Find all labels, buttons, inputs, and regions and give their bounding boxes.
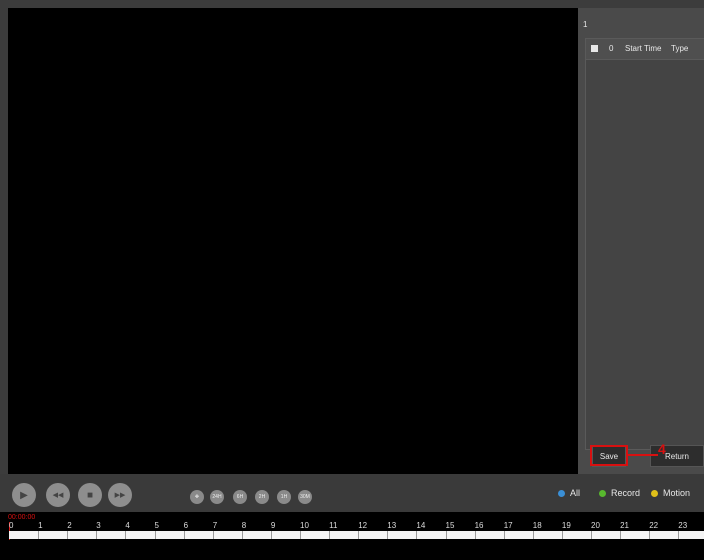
fast-forward-icon: ▶▶ xyxy=(114,492,126,499)
zoom-24h-button[interactable]: 24H xyxy=(210,490,224,504)
hour-separator xyxy=(38,531,40,539)
file-table: 0 Start Time Type xyxy=(585,38,704,450)
play-button[interactable]: ▶ xyxy=(12,483,36,507)
hour-tick: 2 xyxy=(67,521,72,530)
hour-tick: 10 xyxy=(300,521,309,530)
callout-line xyxy=(628,454,658,456)
slow-button[interactable]: ◀◀ xyxy=(46,483,70,507)
timeline[interactable]: 00:00:00 0 1 2 3 4 5 6 7 8 9 10 11 12 13 14 15 16 17 18 19 2… xyxy=(0,512,704,560)
video-display[interactable] xyxy=(8,8,578,474)
hour-tick: 11 xyxy=(329,521,338,530)
hour-separator xyxy=(532,531,534,539)
motion-dot-icon xyxy=(651,490,658,497)
timeline-bar[interactable] xyxy=(9,531,704,539)
hour-tick: 8 xyxy=(241,521,247,530)
fast-button[interactable]: ▶▶ xyxy=(108,483,132,507)
legend-motion[interactable]: Motion xyxy=(651,488,690,498)
rewind-icon: ◀◀ xyxy=(52,492,64,499)
hour-separator xyxy=(300,531,301,539)
fullscreen-button[interactable]: ✥ xyxy=(190,490,204,504)
hour-tick: 15 xyxy=(445,521,455,530)
cursor-time-label: 00:00:00 xyxy=(8,514,36,521)
hour-tick: 19 xyxy=(561,521,571,530)
hour-separator xyxy=(270,531,272,539)
playback-window: 1 0 Start Time Type Save Return 4 ▶ ◀◀ ■… xyxy=(0,0,704,560)
channel-number: 1 xyxy=(583,20,588,29)
stop-button[interactable]: ■ xyxy=(78,483,102,507)
playback-controls: ▶ ◀◀ ■ ▶▶ ✥ 24H 6H 2H 1H 30M All Record … xyxy=(0,474,704,512)
legend-record-label: Record xyxy=(611,488,641,498)
hour-separator xyxy=(416,531,418,539)
hour-tick: 20 xyxy=(591,521,600,530)
file-list-panel: 1 0 Start Time Type Save Return xyxy=(578,8,704,474)
legend-all-label: All xyxy=(570,488,581,498)
hour-tick: 18 xyxy=(532,521,542,530)
hour-tick: 17 xyxy=(503,521,513,530)
zoom-6h-button[interactable]: 6H xyxy=(233,490,247,504)
zoom-1h-button[interactable]: 1H xyxy=(277,490,291,504)
hour-tick: 13 xyxy=(387,521,397,530)
hour-separator xyxy=(154,531,156,539)
legend-motion-label: Motion xyxy=(663,488,691,498)
hour-tick: 5 xyxy=(154,521,159,530)
hour-separator xyxy=(591,531,592,539)
hour-tick: 4 xyxy=(125,521,130,530)
hour-tick: 21 xyxy=(620,521,629,530)
select-all-checkbox[interactable] xyxy=(591,45,598,52)
hour-separator xyxy=(503,531,505,539)
zoom-30m-button[interactable]: 30M xyxy=(298,490,312,504)
hour-separator xyxy=(620,531,622,539)
hour-separator xyxy=(212,531,214,539)
hour-separator xyxy=(183,531,185,539)
hour-tick: 16 xyxy=(474,521,484,530)
hour-tick: 3 xyxy=(96,521,101,530)
hour-separator xyxy=(387,531,389,539)
hour-separator xyxy=(96,531,98,539)
hour-separator xyxy=(474,531,476,539)
play-icon: ▶ xyxy=(20,489,28,501)
stop-icon: ■ xyxy=(86,489,94,501)
hour-separator xyxy=(445,531,447,539)
legend-all[interactable]: All xyxy=(558,488,580,498)
hour-tick: 23 xyxy=(678,521,688,530)
type-header[interactable]: Type xyxy=(671,44,688,53)
hour-separator xyxy=(125,531,127,539)
index-header: 0 xyxy=(609,44,614,53)
hour-tick: 14 xyxy=(416,521,426,530)
start-time-header[interactable]: Start Time xyxy=(625,44,661,53)
hour-tick: 1 xyxy=(38,521,43,530)
hour-separator xyxy=(329,531,331,539)
save-highlight-box xyxy=(590,445,628,466)
file-table-header: 0 Start Time Type xyxy=(586,39,704,60)
hour-tick: 6 xyxy=(183,521,189,530)
zoom-2h-button[interactable]: 2H xyxy=(255,490,269,504)
all-dot-icon xyxy=(558,490,565,497)
hour-tick: 7 xyxy=(212,521,218,530)
record-dot-icon xyxy=(599,490,606,497)
hour-separator xyxy=(561,531,563,539)
hour-separator xyxy=(67,531,69,539)
hour-separator xyxy=(358,531,360,539)
hour-tick: 9 xyxy=(270,521,276,530)
hour-tick: 12 xyxy=(358,521,368,530)
hour-separator xyxy=(678,531,680,539)
hour-separator xyxy=(649,531,651,539)
fullscreen-icon: ✥ xyxy=(194,494,200,500)
legend-record[interactable]: Record xyxy=(599,488,640,498)
hour-separator xyxy=(241,531,243,539)
hour-tick: 22 xyxy=(649,521,659,530)
callout-number: 4 xyxy=(658,441,666,457)
hour-tick: 0 xyxy=(9,521,14,530)
